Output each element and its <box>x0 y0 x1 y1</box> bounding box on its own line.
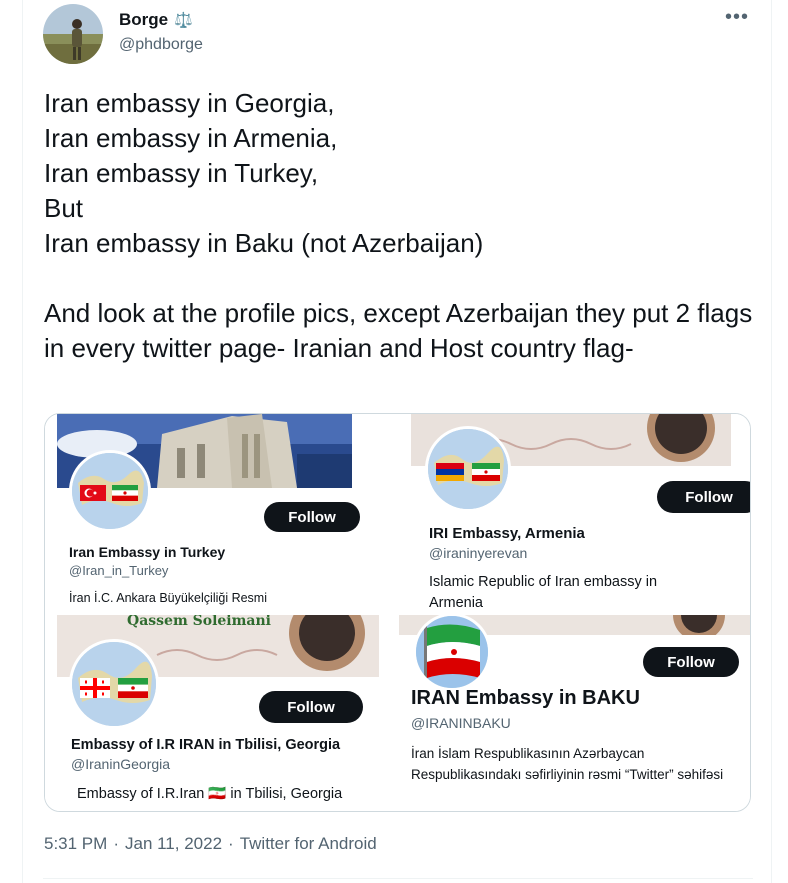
tweet-metadata: 5:31 PM · Jan 11, 2022 · Twitter for And… <box>44 834 377 854</box>
tweet-date[interactable]: Jan 11, 2022 <box>125 834 222 854</box>
profile-handle: @Iran_in_Turkey <box>69 563 169 578</box>
tweet: Borge ⚖️ @phdborge ••• Iran embassy in G… <box>22 0 772 883</box>
author-display-name[interactable]: Borge <box>119 10 168 30</box>
banner-text: Qassem Soleimani <box>127 615 271 629</box>
author-handle[interactable]: @phdborge <box>119 36 203 54</box>
profile-bio: İran İ.C. Ankara Büyükelçiliği Resmi <box>69 591 267 605</box>
profile-avatar <box>425 426 511 512</box>
scales-icon: ⚖️ <box>174 12 193 29</box>
media-grid[interactable]: Follow Iran Embassy in Turkey @Iran_in_T… <box>44 413 751 812</box>
follow-button[interactable]: Follow <box>643 647 739 677</box>
tweet-text: Iran embassy in Georgia, Iran embassy in… <box>44 88 753 363</box>
profile-name: Embassy of I.R IRAN in Tbilisi, Georgia <box>71 737 341 753</box>
media-image-georgia[interactable]: Qassem Soleimani Follow Embassy of I.R I… <box>45 615 396 811</box>
separator: · <box>228 834 234 853</box>
profile-bio: İran İslam Respublikasının Azərbaycan Re… <box>411 746 724 782</box>
divider <box>43 878 753 879</box>
separator: · <box>113 834 119 853</box>
tweet-source[interactable]: Twitter for Android <box>240 834 377 854</box>
profile-avatar <box>413 615 491 691</box>
more-options-icon[interactable]: ••• <box>725 6 749 29</box>
follow-button[interactable]: Follow <box>264 502 360 532</box>
profile-bio: Islamic Republic of Iran embassy in Arme… <box>429 574 658 611</box>
media-image-armenia[interactable]: Follow IRI Embassy, Armenia @iraninyerev… <box>399 414 750 613</box>
profile-avatar <box>69 639 159 729</box>
follow-button[interactable]: Follow <box>259 691 363 723</box>
tweet-time[interactable]: 5:31 PM <box>44 834 107 854</box>
profile-avatar <box>69 450 151 532</box>
media-image-baku[interactable]: Follow IRAN Embassy in BAKU @IRANINBAKU … <box>399 615 750 811</box>
follow-button[interactable]: Follow <box>657 481 750 513</box>
profile-handle: @IRANINBAKU <box>411 715 511 731</box>
profile-handle: @IraninGeorgia <box>71 756 171 772</box>
profile-name: IRAN Embassy in BAKU <box>411 687 640 709</box>
profile-handle: @iraninyerevan <box>429 545 528 561</box>
profile-bio: Embassy of I.R.Iran 🇮🇷 in Tbilisi, Georg… <box>77 786 343 802</box>
profile-name: IRI Embassy, Armenia <box>429 525 585 542</box>
author-avatar[interactable] <box>43 4 103 64</box>
media-image-turkey[interactable]: Follow Iran Embassy in Turkey @Iran_in_T… <box>45 414 396 613</box>
media-divider-horizontal <box>45 613 750 615</box>
profile-name: Iran Embassy in Turkey <box>69 544 226 560</box>
